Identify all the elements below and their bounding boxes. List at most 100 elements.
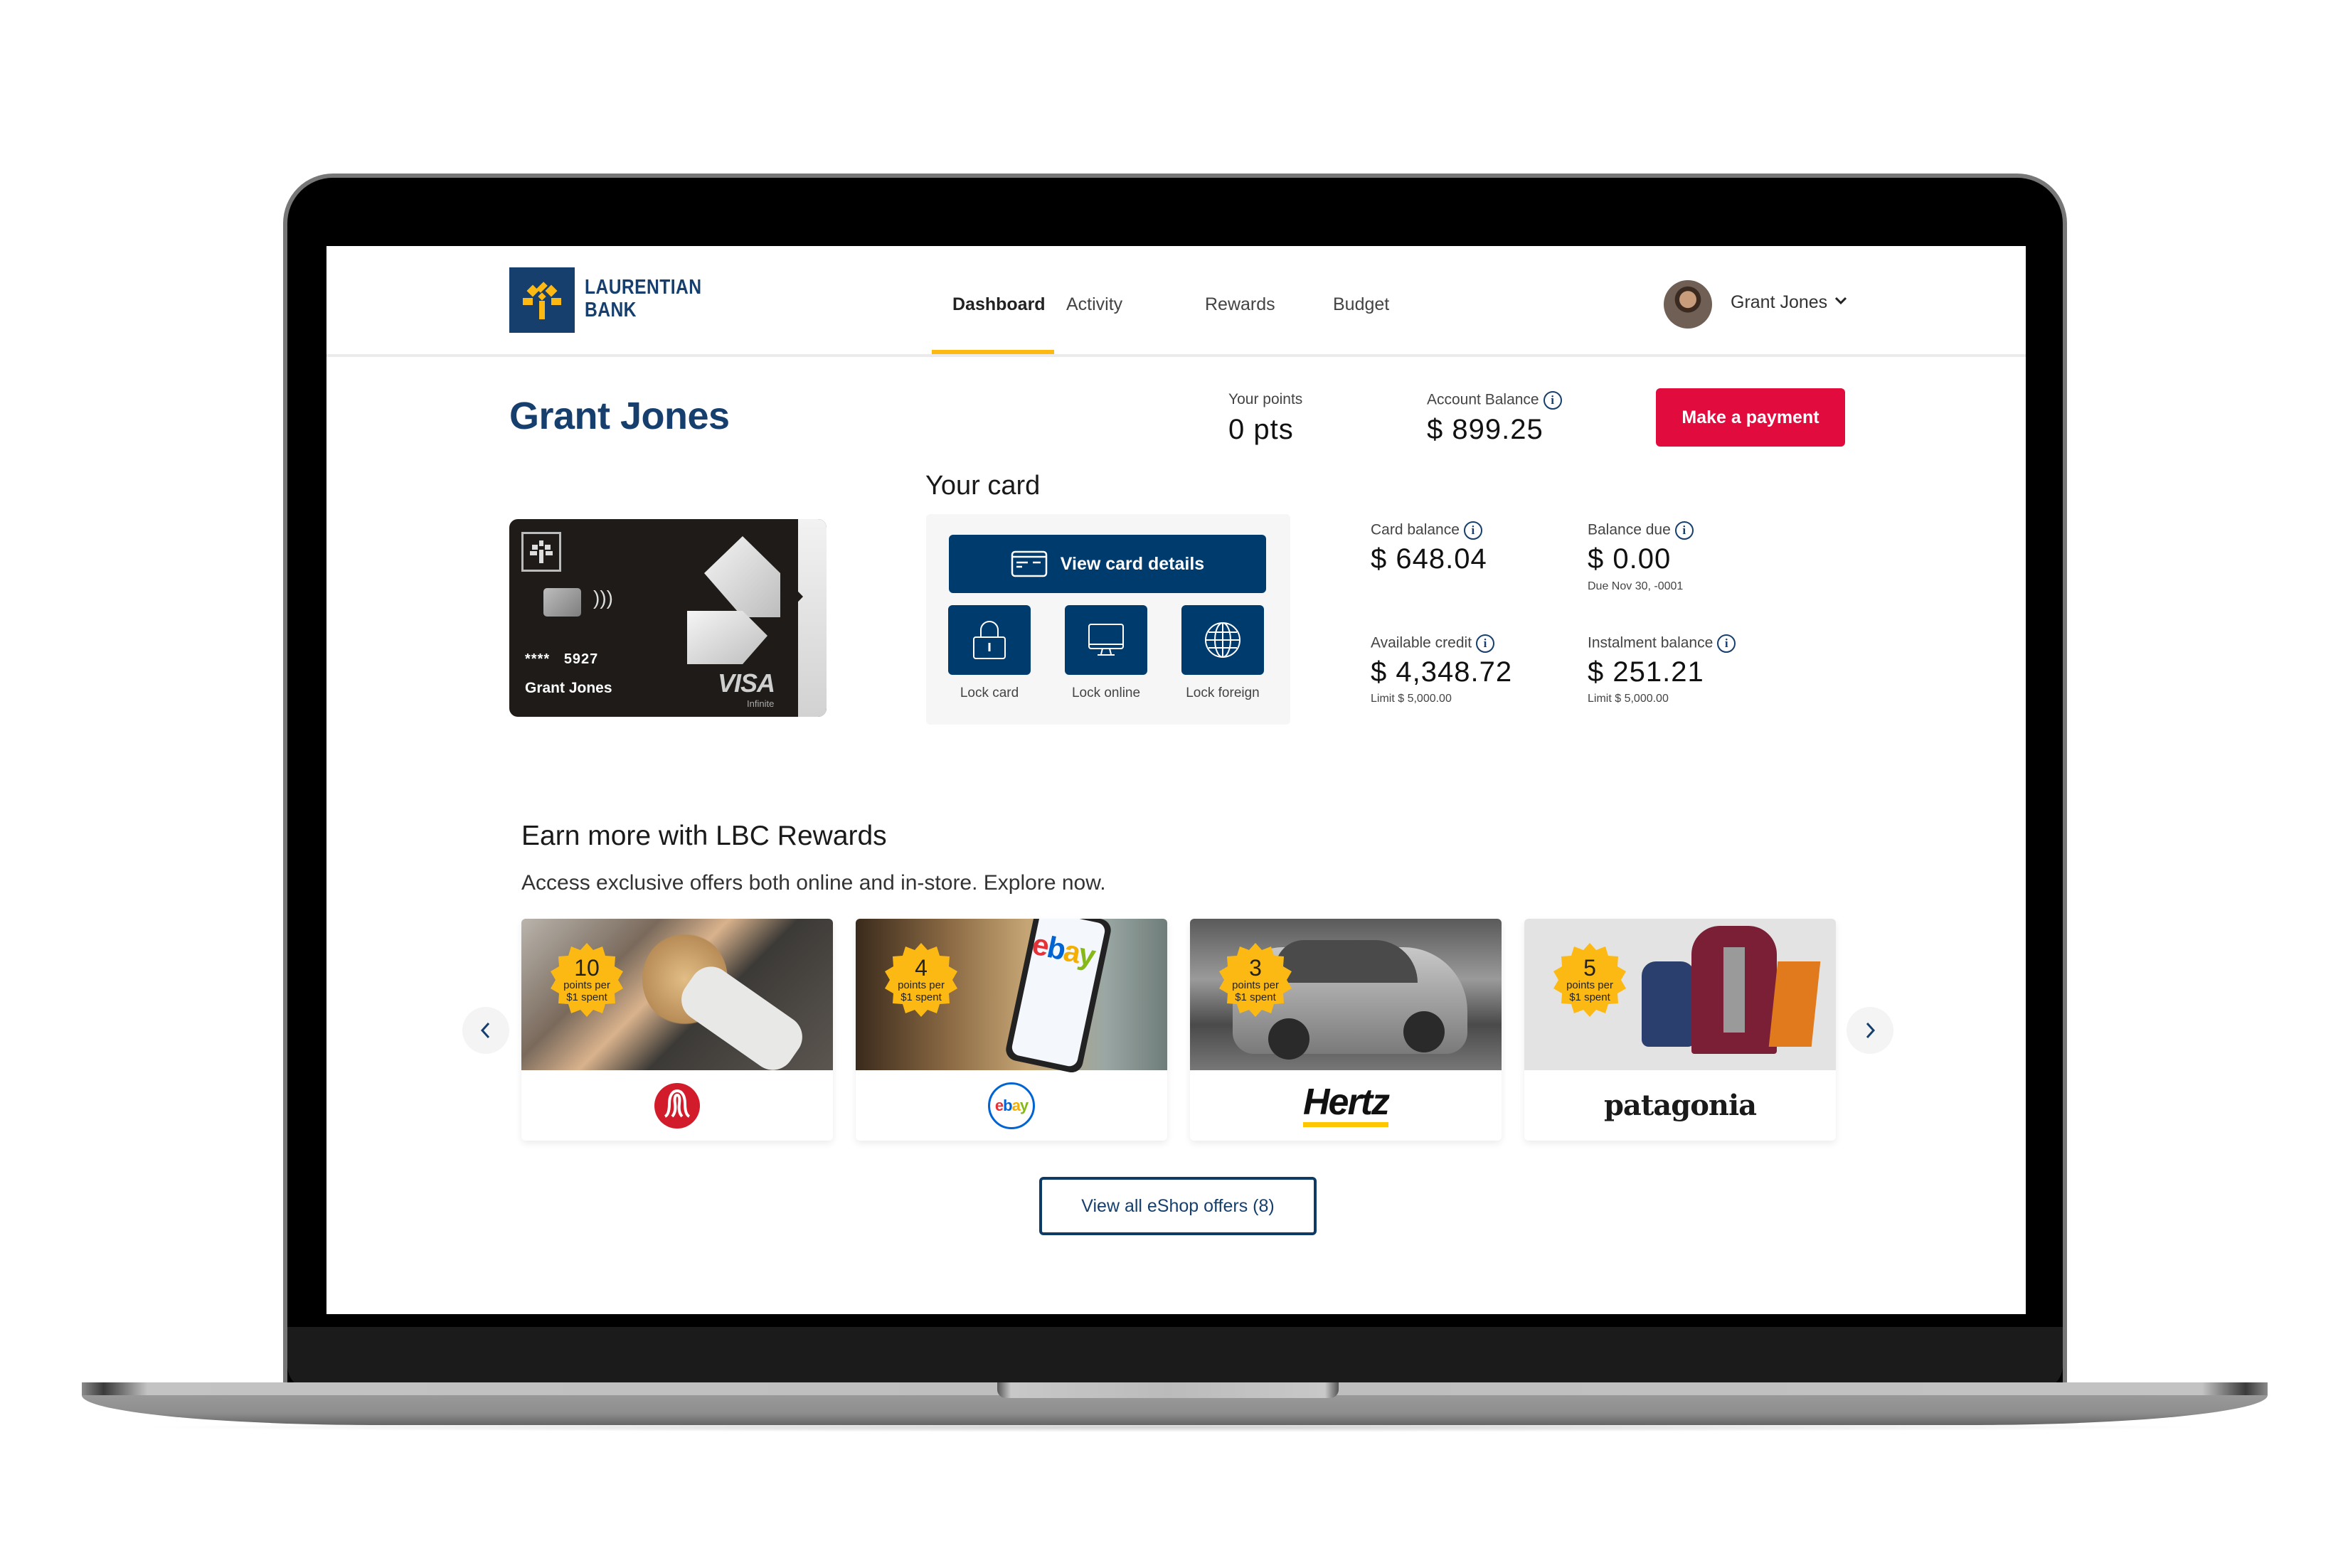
nav-rewards[interactable]: Rewards: [1205, 294, 1275, 315]
header-divider: [326, 354, 2026, 357]
points-text: points per: [1232, 979, 1279, 991]
page-title: Grant Jones: [509, 395, 730, 437]
view-card-details-label: View card details: [1060, 553, 1205, 574]
chevron-down-icon[interactable]: [1833, 293, 1849, 309]
card-holder-name: Grant Jones: [525, 680, 612, 696]
offer-card-patagonia[interactable]: 5 points per $1 spent patagonia: [1524, 919, 1836, 1141]
spent-text: $1 spent: [1569, 991, 1610, 1003]
monitor-icon: [1088, 624, 1124, 656]
balance-due-date: Due Nov 30, -0001: [1588, 580, 1684, 592]
bank-name: LAURENTIAN BANK: [585, 276, 701, 321]
hertz-logo: Hertz: [1190, 1070, 1502, 1141]
points-text: points per: [1566, 979, 1613, 991]
info-icon[interactable]: i: [1476, 634, 1495, 653]
info-icon[interactable]: i: [1463, 521, 1482, 540]
card-bank-logo-icon: [521, 532, 561, 572]
available-credit-label-text: Available credit: [1371, 634, 1472, 651]
offer-card-ebay[interactable]: ebay 4 points per $1 spent ebay: [856, 919, 1167, 1141]
points-value: 5: [1583, 955, 1596, 981]
ebay-logo: ebay: [856, 1070, 1167, 1141]
available-credit-limit: Limit $ 5,000.00: [1371, 693, 1452, 705]
balance-due-label-text: Balance due: [1588, 521, 1671, 538]
rewards-title: Earn more with LBC Rewards: [521, 821, 887, 851]
balance-due-label: Balance due i: [1588, 521, 1694, 540]
points-value: 4: [915, 955, 928, 981]
account-balance-label-text: Account Balance: [1427, 391, 1539, 408]
card-balance-label: Card balance i: [1371, 521, 1482, 540]
credit-card-icon: [1011, 550, 1048, 577]
hertz-underline: [1302, 1122, 1389, 1127]
bank-logo-icon[interactable]: [509, 267, 575, 333]
hertz-wordmark: Hertz: [1302, 1082, 1390, 1123]
available-credit-label: Available credit i: [1371, 634, 1495, 653]
nav-activity[interactable]: Activity: [1066, 294, 1122, 315]
available-credit-value: $ 4,348.72: [1371, 656, 1513, 688]
points-value: 10: [574, 955, 600, 981]
credit-card-image: ))) **** 5927 Grant Jones VISA Infinite: [509, 519, 827, 717]
user-menu-name[interactable]: Grant Jones: [1731, 292, 1827, 313]
spent-text: $1 spent: [1235, 991, 1276, 1003]
points-label: Your points: [1228, 391, 1303, 407]
lock-icon: [973, 621, 1006, 659]
lock-foreign-label: Lock foreign: [1186, 686, 1260, 700]
nav-budget[interactable]: Budget: [1333, 294, 1389, 315]
card-last4: 5927: [563, 651, 599, 667]
lock-online-label: Lock online: [1071, 686, 1141, 700]
patagonia-wordmark: patagonia: [1603, 1089, 1757, 1122]
info-icon[interactable]: i: [1674, 521, 1694, 540]
account-balance-label: Account Balance i: [1427, 391, 1562, 410]
points-text: points per: [898, 979, 945, 991]
instalment-balance-limit: Limit $ 5,000.00: [1588, 693, 1669, 705]
points-badge: 3 points per $1 spent: [1217, 942, 1294, 1018]
instalment-balance-label-text: Instalment balance: [1588, 634, 1714, 651]
points-badge: 10 points per $1 spent: [548, 942, 625, 1018]
instalment-balance-value: $ 251.21: [1588, 656, 1704, 688]
spent-text: $1 spent: [566, 991, 607, 1003]
card-chip-icon: [543, 588, 581, 617]
carousel-prev-button[interactable]: [462, 1007, 509, 1054]
laptop-chin: [287, 1327, 2063, 1391]
chevron-left-icon: [480, 1022, 490, 1039]
user-avatar[interactable]: [1664, 280, 1712, 329]
screen: LAURENTIAN BANK Dashboard Activity Rewar…: [326, 246, 2026, 1314]
balance-due-value: $ 0.00: [1588, 543, 1672, 575]
contactless-icon: ))): [593, 587, 613, 609]
laptop-base: [82, 1395, 2268, 1425]
lock-card-button[interactable]: [948, 605, 1031, 675]
points-value: 0 pts: [1228, 414, 1294, 445]
points-badge: 5 points per $1 spent: [1551, 942, 1628, 1018]
lululemon-logo: [521, 1070, 833, 1141]
nav-dashboard[interactable]: Dashboard: [952, 294, 1046, 315]
offer-card-lululemon[interactable]: 10 points per $1 spent: [521, 919, 833, 1141]
view-card-details-button[interactable]: View card details: [949, 535, 1266, 593]
card-tier: Infinite: [747, 698, 775, 709]
points-text: points per: [563, 979, 610, 991]
card-number-mask: ****: [525, 651, 551, 667]
account-balance-value: $ 899.25: [1427, 414, 1544, 445]
laptop-notch: [997, 1382, 1339, 1398]
make-payment-button[interactable]: Make a payment: [1656, 388, 1845, 447]
lock-foreign-button[interactable]: [1181, 605, 1264, 675]
lock-card-label: Lock card: [960, 686, 1019, 700]
instalment-balance-label: Instalment balance i: [1588, 634, 1736, 653]
globe-icon: [1205, 622, 1240, 658]
card-number: **** 5927: [525, 651, 598, 668]
points-value: 3: [1249, 955, 1262, 981]
view-all-offers-button[interactable]: View all eShop offers (8): [1039, 1177, 1317, 1235]
carousel-next-button[interactable]: [1847, 1007, 1893, 1054]
bank-name-line2: BANK: [585, 299, 637, 321]
lock-online-button[interactable]: [1065, 605, 1147, 675]
card-balance-label-text: Card balance: [1371, 521, 1460, 538]
bank-name-line1: LAURENTIAN: [585, 276, 702, 299]
visa-logo: VISA: [718, 668, 775, 698]
info-icon[interactable]: i: [1543, 391, 1562, 410]
rewards-subtitle: Access exclusive offers both online and …: [521, 871, 1106, 895]
patagonia-logo: patagonia: [1524, 1070, 1836, 1141]
points-badge: 4 points per $1 spent: [883, 942, 960, 1018]
info-icon[interactable]: i: [1717, 634, 1736, 653]
offer-card-hertz[interactable]: 3 points per $1 spent Hertz: [1190, 919, 1502, 1141]
chevron-right-icon: [1866, 1022, 1876, 1039]
spent-text: $1 spent: [900, 991, 942, 1003]
your-card-title: Your card: [925, 471, 1041, 501]
card-balance-value: $ 648.04: [1371, 543, 1487, 575]
